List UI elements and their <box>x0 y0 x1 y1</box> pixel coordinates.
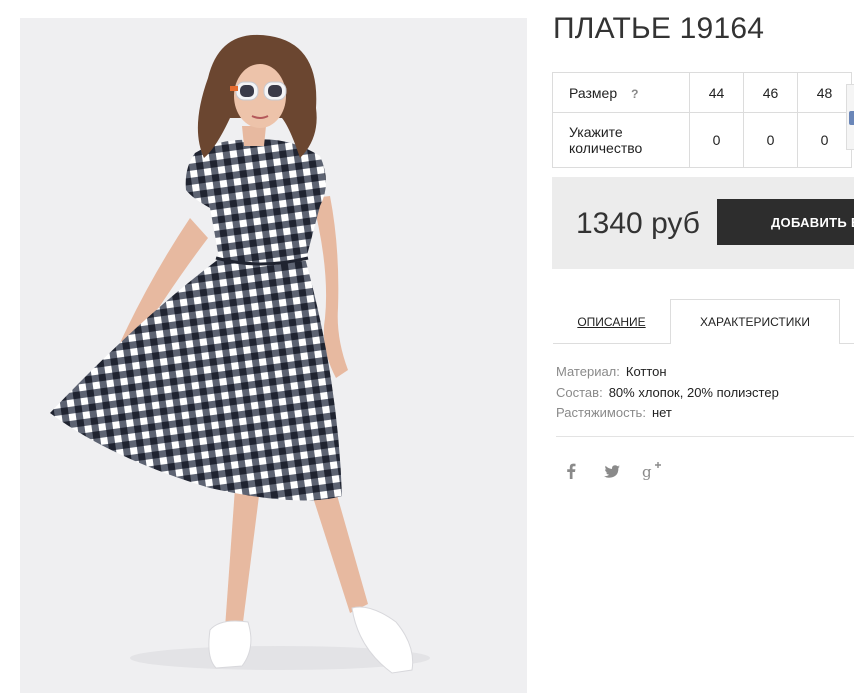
size-row: Размер? 44 46 48 <box>552 72 852 113</box>
tab-characteristics[interactable]: ХАРАКТЕРИСТИКИ <box>670 299 840 344</box>
quantity-label: Укажите количество <box>552 112 690 168</box>
tab-description[interactable]: ОПИСАНИЕ <box>553 299 670 344</box>
google-plus-icon[interactable]: g <box>642 460 680 482</box>
spec-key: Состав: <box>556 384 603 400</box>
product-tabs: ОПИСАНИЕ ХАРАКТЕРИСТИКИ <box>553 299 854 344</box>
spec-row-material: Материал: Коттон <box>556 362 779 383</box>
price-panel: 1340 руб ДОБАВИТЬ В КОРЗИНУ <box>552 177 854 269</box>
price: 1340 руб <box>576 207 700 240</box>
characteristics-list: Материал: Коттон Состав: 80% хлопок, 20% п… <box>556 362 779 424</box>
spec-key: Растяжимость: <box>556 405 646 420</box>
spec-value: нет <box>651 405 672 420</box>
add-to-cart-button[interactable]: ДОБАВИТЬ В КОРЗИНУ <box>717 199 854 245</box>
spec-row-composition: Состав: 80% хлопок, 20% полиэстер <box>556 383 779 404</box>
product-photo[interactable] <box>20 18 527 693</box>
add-to-cart-label: ДОБАВИТЬ В КОРЗИНУ <box>771 214 854 230</box>
quantity-input-48[interactable]: 0 <box>797 112 852 168</box>
spec-value: 80% хлопок, 20% полиэстер <box>608 384 779 400</box>
spec-row-stretch: Растяжимость: нет <box>556 403 779 424</box>
size-46: 46 <box>743 72 798 113</box>
size-help-icon[interactable]: ? <box>631 87 638 101</box>
divider <box>556 436 854 437</box>
thumbnail-image[interactable] <box>846 84 854 150</box>
size-label-cell: Размер? <box>552 72 690 113</box>
facebook-icon[interactable] <box>566 460 604 482</box>
quantity-input-46[interactable]: 0 <box>743 112 798 168</box>
twitter-icon[interactable] <box>604 460 642 482</box>
size-quantity-table: Размер? 44 46 48 Укажите количество 0 0 … <box>552 72 852 168</box>
quantity-row: Укажите количество 0 0 0 <box>552 112 852 168</box>
svg-text:g: g <box>642 463 652 480</box>
spec-key: Материал: <box>556 364 620 379</box>
quantity-input-44[interactable]: 0 <box>689 112 744 168</box>
tabs-divider <box>553 343 854 344</box>
size-label: Размер <box>569 84 618 101</box>
size-44: 44 <box>689 72 744 113</box>
page-title: ПЛАТЬЕ 19164 <box>553 12 765 45</box>
size-48: 48 <box>797 72 852 113</box>
social-share: g <box>566 460 680 482</box>
spec-value: Коттон <box>625 364 667 379</box>
